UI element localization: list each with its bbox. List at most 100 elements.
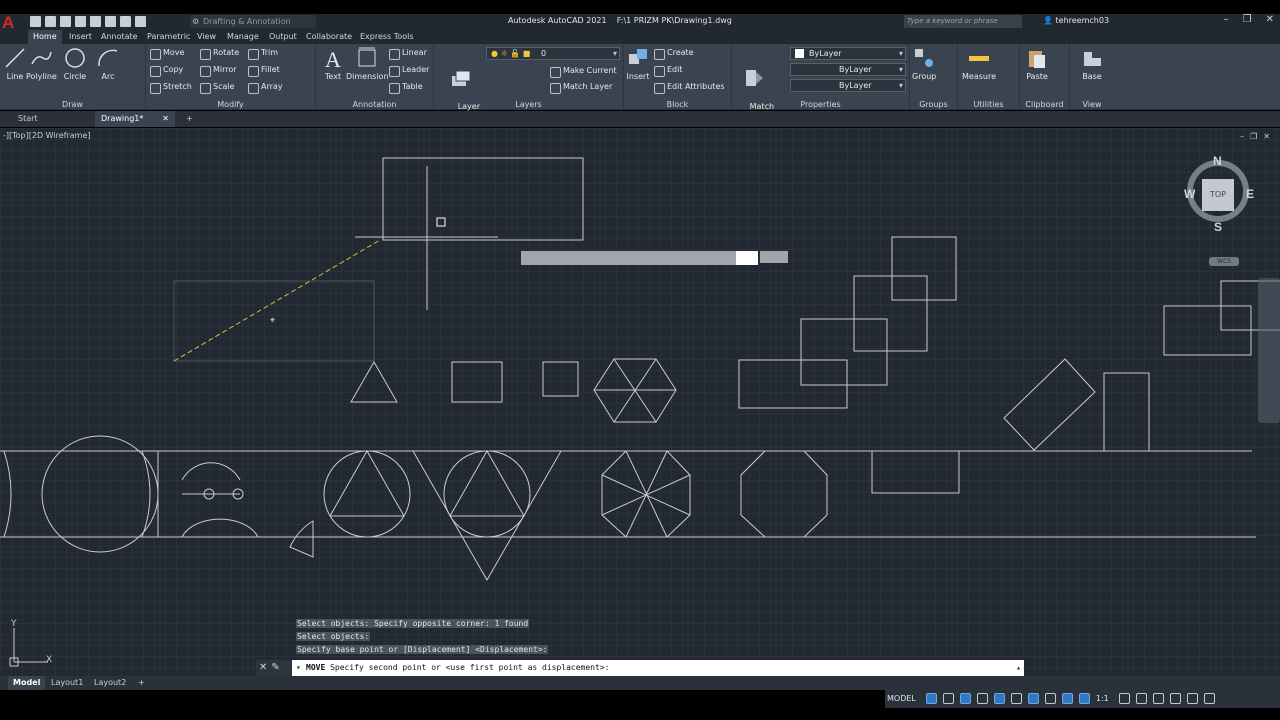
- text-button[interactable]: A Text: [321, 46, 345, 81]
- mirror-button[interactable]: Mirror: [200, 63, 237, 77]
- annotation-monitor-icon[interactable]: [1135, 692, 1147, 704]
- customization-icon[interactable]: [1203, 692, 1215, 704]
- tall-rectangle-shape[interactable]: [1103, 372, 1150, 452]
- fillet-button[interactable]: Fillet: [248, 63, 280, 77]
- insert-button[interactable]: Insert: [626, 46, 650, 81]
- circle-with-triangle[interactable]: [323, 450, 411, 538]
- compass-north[interactable]: N: [1213, 154, 1222, 168]
- customize-wrench-icon[interactable]: ✎: [271, 662, 283, 673]
- new-icon[interactable]: [30, 16, 41, 27]
- lower-arc[interactable]: [181, 518, 259, 538]
- viewcube[interactable]: TOP N S W E WCS: [1183, 154, 1254, 266]
- open-icon[interactable]: [45, 16, 56, 27]
- utilities-panel-title[interactable]: Utilities: [958, 100, 1019, 109]
- linear-button[interactable]: Linear: [389, 46, 427, 60]
- line-button[interactable]: Line: [3, 46, 27, 81]
- compass-south[interactable]: S: [1214, 220, 1222, 234]
- tab-drawing1[interactable]: Drawing1* ✕: [95, 111, 175, 127]
- tab-output[interactable]: Output: [264, 30, 302, 44]
- base-button[interactable]: Base: [1080, 46, 1104, 81]
- rectangle-shape[interactable]: [451, 361, 503, 403]
- undo-icon[interactable]: [120, 16, 131, 27]
- modify-panel-title[interactable]: Modify: [146, 100, 315, 109]
- object-snap-icon[interactable]: [1027, 692, 1039, 704]
- edit-attributes-button[interactable]: Edit Attributes: [654, 80, 725, 94]
- draw-panel-title[interactable]: Draw: [0, 100, 145, 109]
- ortho-icon[interactable]: [959, 692, 971, 704]
- triangle-shape[interactable]: [350, 360, 398, 403]
- square-shape[interactable]: [542, 361, 579, 397]
- compass-west[interactable]: W: [1184, 187, 1195, 201]
- create-block-button[interactable]: Create: [654, 46, 694, 60]
- clean-screen-icon[interactable]: [1186, 692, 1198, 704]
- large-circle[interactable]: [41, 435, 159, 553]
- save-as-icon[interactable]: [75, 16, 86, 27]
- tab-annotate[interactable]: Annotate: [96, 30, 143, 44]
- tab-layout1[interactable]: Layout1: [46, 676, 88, 690]
- array-button[interactable]: Array: [248, 80, 283, 94]
- tab-view[interactable]: View: [192, 30, 221, 44]
- add-layout-button[interactable]: +: [133, 676, 150, 690]
- drawing-geometry[interactable]: ⌖: [0, 128, 1280, 676]
- lineweight-dropdown[interactable]: ByLayer: [790, 79, 906, 92]
- stacked-rectangle-2[interactable]: [800, 318, 888, 386]
- properties-panel-title[interactable]: Properties: [732, 100, 909, 109]
- polyline-button[interactable]: Polyline: [26, 46, 57, 81]
- tab-home[interactable]: Home: [28, 30, 62, 44]
- stretch-button[interactable]: Stretch: [150, 80, 192, 94]
- copy-button[interactable]: Copy: [150, 63, 183, 77]
- command-input[interactable]: ▾ MOVE Specify second point or <use firs…: [292, 660, 1024, 676]
- match-layer-button[interactable]: Match Layer: [550, 80, 612, 94]
- close-icon[interactable]: ✕: [1266, 14, 1274, 25]
- isodraft-icon[interactable]: [993, 692, 1005, 704]
- snap-icon[interactable]: [942, 692, 954, 704]
- tab-express-tools[interactable]: Express Tools: [355, 30, 419, 44]
- search-input[interactable]: Type a keyword or phrase: [904, 15, 1022, 28]
- stacked-rectangle-1[interactable]: [738, 359, 848, 409]
- wcs-menu[interactable]: WCS: [1209, 257, 1239, 266]
- annotation-scale[interactable]: 1:1: [1096, 694, 1109, 703]
- layer-dropdown[interactable]: ● ☼ 🔓 ■ 0: [486, 47, 620, 60]
- save-icon[interactable]: [60, 16, 71, 27]
- units-icon[interactable]: [1152, 692, 1164, 704]
- pie-segment[interactable]: [289, 520, 314, 558]
- tab-layout2[interactable]: Layout2: [89, 676, 131, 690]
- polar-icon[interactable]: [976, 692, 988, 704]
- tab-parametric[interactable]: Parametric: [142, 30, 195, 44]
- measure-button[interactable]: Measure: [962, 46, 996, 81]
- command-history-toggle-icon[interactable]: ▴: [1016, 660, 1021, 676]
- user-account[interactable]: 👤 tehreemch03: [1043, 16, 1109, 25]
- workspace-gear-icon[interactable]: [1118, 692, 1130, 704]
- groups-panel-title[interactable]: Groups: [910, 100, 957, 109]
- layers-panel-title[interactable]: Layers: [434, 100, 623, 109]
- partial-arc-left[interactable]: [3, 450, 12, 538]
- tab-manage[interactable]: Manage: [222, 30, 264, 44]
- linetype-dropdown[interactable]: ByLayer: [790, 63, 906, 76]
- cloud-icon[interactable]: [90, 16, 101, 27]
- color-dropdown[interactable]: ByLayer: [790, 47, 906, 60]
- paste-button[interactable]: Paste: [1025, 46, 1049, 81]
- octagon-shape[interactable]: [740, 450, 828, 538]
- minimize-icon[interactable]: –: [1224, 14, 1229, 25]
- auto-scale-icon[interactable]: [1078, 692, 1090, 704]
- compass-east[interactable]: E: [1246, 187, 1254, 201]
- drawing-canvas[interactable]: -][Top][2D Wireframe] – ❐ ✕ ⌖ TOP N S W …: [0, 128, 1280, 676]
- annotation-visibility-icon[interactable]: [1061, 692, 1073, 704]
- lineweight-icon[interactable]: [1044, 692, 1056, 704]
- scale-button[interactable]: Scale: [200, 80, 235, 94]
- moving-rectangle-preview[interactable]: [382, 157, 584, 241]
- view-panel-title[interactable]: View: [1070, 100, 1114, 109]
- rotated-rectangle-shape[interactable]: [1003, 358, 1096, 451]
- close-tab-icon[interactable]: ✕: [162, 111, 169, 127]
- workspace-switcher[interactable]: Drafting & Annotation: [190, 15, 316, 28]
- move-button[interactable]: Move: [150, 46, 184, 60]
- object-snap-tracking-icon[interactable]: [1010, 692, 1022, 704]
- edit-block-button[interactable]: Edit: [654, 63, 683, 77]
- close-command-icon[interactable]: ✕: [259, 662, 271, 673]
- new-tab-button[interactable]: +: [180, 111, 193, 127]
- table-button[interactable]: Table: [389, 80, 423, 94]
- redo-icon[interactable]: [135, 16, 146, 27]
- stacked-rectangle-3[interactable]: [853, 275, 928, 352]
- group-button[interactable]: Group: [912, 46, 936, 81]
- dimension-button[interactable]: Dimension: [346, 46, 389, 81]
